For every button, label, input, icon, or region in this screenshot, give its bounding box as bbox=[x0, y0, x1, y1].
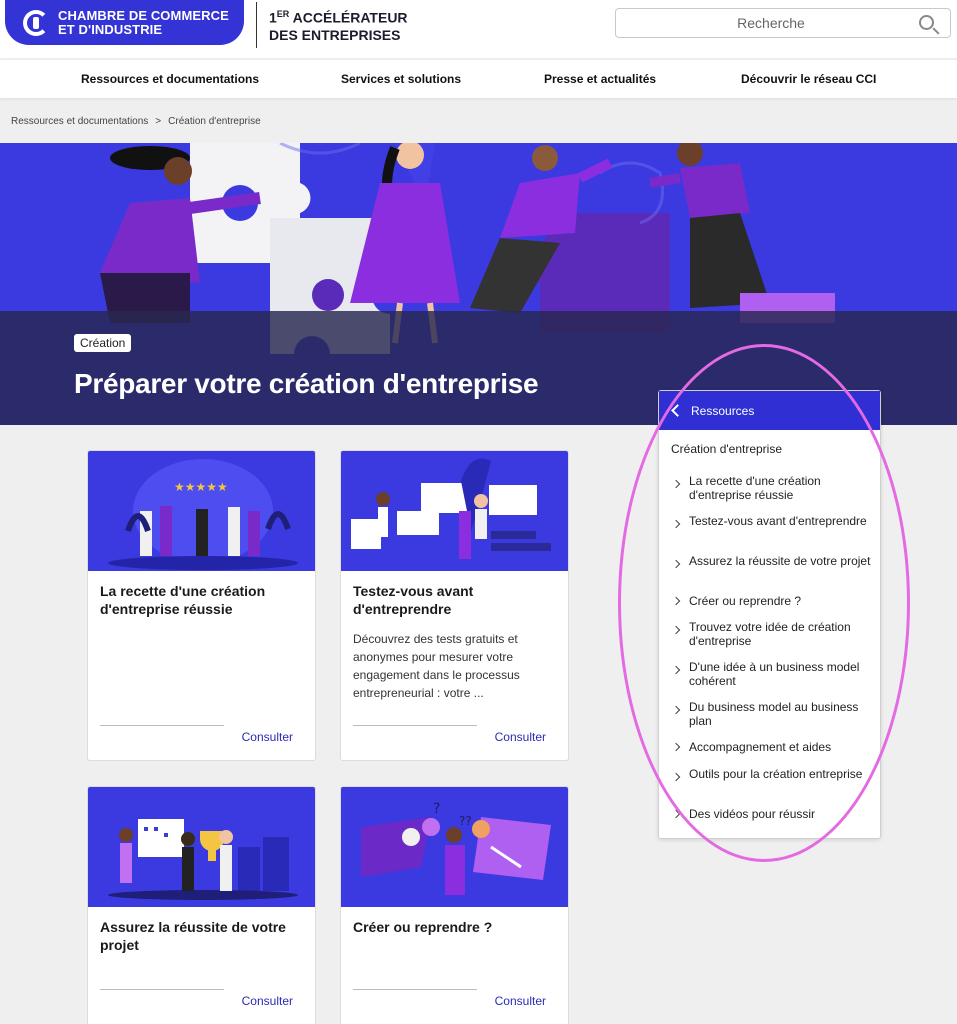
sidebar-header[interactable]: Ressources bbox=[659, 391, 880, 430]
chevron-right-icon bbox=[671, 705, 681, 715]
consult-link[interactable]: Consulter bbox=[242, 994, 293, 1008]
sidebar-item[interactable]: Trouvez votre idée de création d'entrepr… bbox=[671, 620, 871, 648]
chevron-right-icon bbox=[671, 479, 681, 489]
category-badge[interactable]: Création bbox=[74, 334, 132, 352]
card-title: Créer ou reprendre ? bbox=[353, 919, 493, 935]
sidebar-item[interactable]: Accompagnement et aides bbox=[671, 740, 871, 754]
chevron-right-icon bbox=[671, 559, 681, 569]
card-divider bbox=[100, 725, 224, 726]
svg-text:★★★★★: ★★★★★ bbox=[174, 480, 228, 494]
hero-banner: Création Préparer votre création d'entre… bbox=[0, 143, 957, 425]
sidebar-item-label: Trouvez votre idée de création d'entrepr… bbox=[689, 620, 851, 648]
sidebar-item[interactable]: D'une idée à un business model cohérent bbox=[671, 660, 871, 688]
sidebar-section-title[interactable]: Création d'entreprise bbox=[671, 442, 782, 456]
sidebar-item-label: Outils pour la création entreprise bbox=[689, 767, 863, 781]
nav-item-presse[interactable]: Presse et actualités bbox=[544, 72, 656, 86]
search-icon[interactable] bbox=[919, 15, 934, 30]
tagline: 1ER ACCÉLÉRATEUR DES ENTREPRISES bbox=[269, 6, 408, 44]
sidebar-item-label: Testez-vous avant d'entreprendre bbox=[689, 514, 867, 528]
breadcrumb: Ressources et documentations > Création d'… bbox=[11, 116, 261, 127]
card-description: Découvrez des tests gratuits et anonymes… bbox=[353, 632, 520, 700]
card-illustration: ★★★★★ bbox=[88, 451, 315, 571]
card-title: La recette d'une création d'entreprise r… bbox=[100, 583, 266, 617]
chevron-left-icon[interactable] bbox=[671, 404, 684, 417]
chevron-right-icon bbox=[671, 742, 681, 752]
chevron-right-icon bbox=[671, 772, 681, 782]
svg-text:?: ? bbox=[433, 801, 440, 817]
card-testez[interactable]: Testez-vous avant d'entreprendre Découvr… bbox=[340, 450, 569, 761]
page-title: Préparer votre création d'entreprise bbox=[74, 368, 539, 399]
resources-sidebar: Ressources Création d'entreprise La rece… bbox=[658, 390, 881, 839]
cci-logo-icon bbox=[23, 9, 49, 36]
logo-line2: ET D'INDUSTRIE bbox=[58, 21, 163, 37]
breadcrumb-item-ressources[interactable]: Ressources et documentations bbox=[11, 116, 148, 127]
tagline-line1: 1ER ACCÉLÉRATEUR bbox=[269, 6, 408, 27]
sidebar-item-label: D'une idée à un business model cohérent bbox=[689, 660, 860, 688]
card-title: Testez-vous avant d'entreprendre bbox=[353, 583, 474, 617]
nav-item-ressources[interactable]: Ressources et documentations bbox=[81, 72, 259, 86]
nav-item-reseau[interactable]: Découvrir le réseau CCI bbox=[741, 72, 876, 86]
chevron-right-icon bbox=[671, 665, 681, 675]
sidebar-header-label: Ressources bbox=[691, 403, 755, 418]
logo-text: CHAMBRE DE COMMERCE ET D'INDUSTRIE bbox=[58, 7, 229, 37]
sidebar-item[interactable]: Testez-vous avant d'entreprendre bbox=[671, 514, 871, 529]
consult-link[interactable]: Consulter bbox=[242, 730, 293, 744]
tagline-line2: DES ENTREPRISES bbox=[269, 26, 401, 43]
nav-item-services[interactable]: Services et solutions bbox=[341, 72, 461, 86]
consult-link[interactable]: Consulter bbox=[495, 994, 546, 1008]
card-assurez[interactable]: Assurez la réussite de votre projet Cons… bbox=[87, 786, 316, 1024]
consult-link[interactable]: Consulter bbox=[495, 730, 546, 744]
sidebar-item-label: Assurez la réussite de votre projet bbox=[689, 554, 871, 568]
site-header: CHAMBRE DE COMMERCE ET D'INDUSTRIE 1ER A… bbox=[0, 0, 957, 58]
card-recette[interactable]: ★★★★★ La recette d'une création d'entrep… bbox=[87, 450, 316, 761]
tagline-number: 1 bbox=[269, 9, 277, 26]
header-divider bbox=[256, 2, 257, 48]
sidebar-item[interactable]: Des vidéos pour réussir bbox=[671, 807, 871, 821]
sidebar-item-label: Accompagnement et aides bbox=[689, 740, 832, 754]
chevron-right-icon bbox=[671, 596, 681, 606]
tagline-sup: ER bbox=[276, 9, 290, 19]
card-illustration bbox=[341, 451, 568, 571]
cci-logo[interactable]: CHAMBRE DE COMMERCE ET D'INDUSTRIE bbox=[5, 0, 244, 45]
card-title: Assurez la réussite de votre projet bbox=[100, 919, 286, 953]
sidebar-item-label: La recette d'une création d'entreprise r… bbox=[689, 474, 821, 502]
sidebar-item-label: Du business model au business plan bbox=[689, 700, 859, 728]
main-nav: Ressources et documentations Services et… bbox=[0, 60, 957, 98]
breadcrumb-separator: > bbox=[155, 116, 162, 127]
sidebar-item[interactable]: Créer ou reprendre ? bbox=[671, 594, 871, 608]
svg-text:??: ?? bbox=[459, 814, 472, 828]
card-illustration: ? ?? bbox=[341, 787, 568, 907]
card-illustration bbox=[88, 787, 315, 907]
sidebar-item[interactable]: Assurez la réussite de votre projet bbox=[671, 554, 871, 569]
search-input[interactable] bbox=[616, 9, 916, 37]
card-divider bbox=[353, 989, 477, 990]
tagline-word: ACCÉLÉRATEUR bbox=[289, 9, 408, 26]
sidebar-item-label: Créer ou reprendre ? bbox=[689, 594, 802, 608]
sidebar-item[interactable]: La recette d'une création d'entreprise r… bbox=[671, 474, 871, 502]
chevron-right-icon bbox=[671, 809, 681, 819]
logo-line1: CHAMBRE DE COMMERCE bbox=[58, 7, 229, 23]
card-creer-reprendre[interactable]: ? ?? Créer ou reprendre ? Consulter bbox=[340, 786, 569, 1024]
card-divider bbox=[100, 989, 224, 990]
card-divider bbox=[353, 725, 477, 726]
search-box bbox=[615, 8, 951, 38]
sidebar-item-label: Des vidéos pour réussir bbox=[689, 807, 816, 821]
chevron-right-icon bbox=[671, 519, 681, 529]
sidebar-item[interactable]: Outils pour la création entreprise bbox=[671, 767, 871, 782]
sidebar-item[interactable]: Du business model au business plan bbox=[671, 700, 871, 728]
breadcrumb-item-current: Création d'entreprise bbox=[168, 116, 261, 127]
chevron-right-icon bbox=[671, 625, 681, 635]
